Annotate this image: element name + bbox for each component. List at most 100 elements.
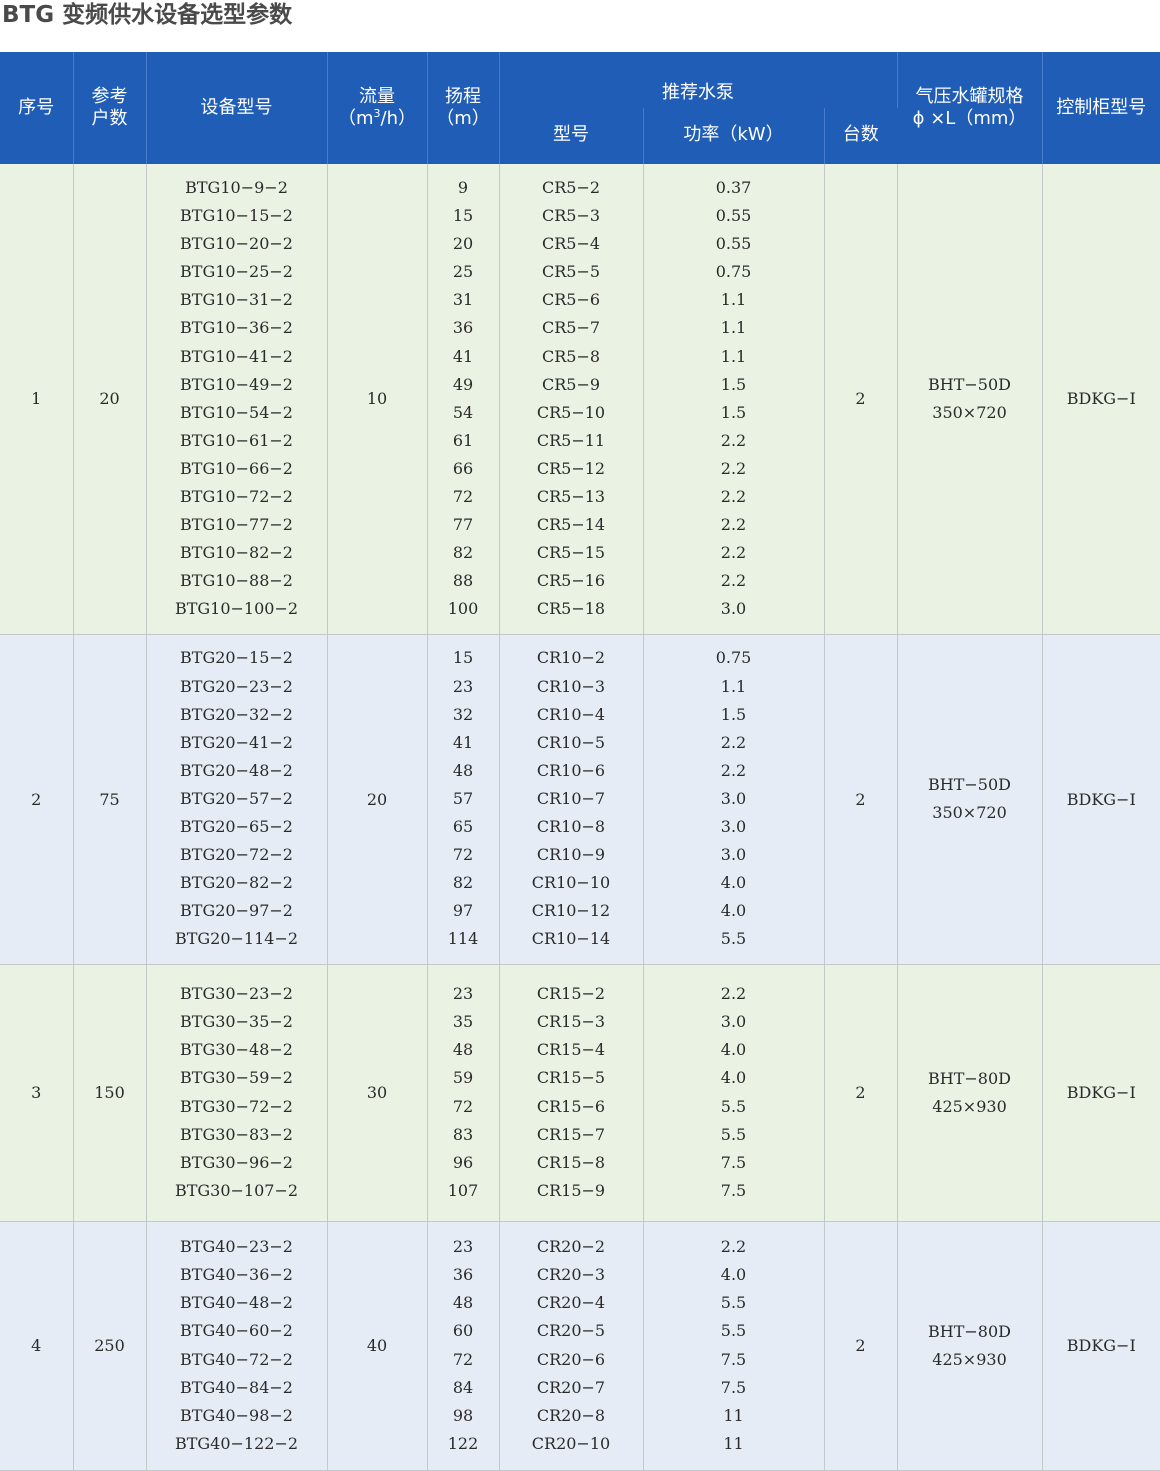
head-value: 54	[452, 402, 474, 422]
power-value: 1.1	[720, 676, 747, 696]
flow-cell: 40	[327, 1221, 428, 1471]
equipment-model: BTG10−36−2	[180, 318, 293, 338]
header-model: 设备型号	[146, 52, 328, 164]
equipment-model: BTG30−72−2	[180, 1096, 293, 1116]
head-value: 15	[452, 648, 474, 668]
equipment-model: BTG20−15−2	[180, 648, 293, 668]
equipment-model: BTG10−66−2	[180, 458, 293, 478]
table-header: 序号 参考 户数 设备型号 流量 （m3/h） 扬程 （m） 推荐水泵 气压水罐规格 ϕ…	[0, 52, 1160, 164]
pump-model: CR10−14	[531, 929, 611, 949]
households-cell: 250	[73, 1221, 147, 1471]
equipment-model: BTG40−48−2	[180, 1293, 293, 1313]
power-value: 0.37	[715, 178, 752, 197]
pump-model: CR20−8	[536, 1405, 606, 1425]
head-value: 41	[452, 732, 474, 752]
pump-model: CR10−2	[536, 648, 606, 668]
pump-count-cell: 2	[824, 1221, 898, 1471]
table-row-group: 1 20 BTG10−9−2 BTG10−15−2 BTG10−20−2 BTG10−25…	[0, 164, 1160, 635]
head-value: 65	[452, 817, 474, 837]
head-value: 77	[452, 515, 474, 535]
header-flow: 流量 （m3/h）	[327, 52, 428, 164]
head-value: 100	[447, 599, 479, 619]
equipment-model: BTG40−23−2	[180, 1237, 293, 1257]
equipment-model: BTG40−36−2	[180, 1265, 293, 1285]
equipment-model: BTG20−97−2	[180, 901, 293, 921]
power-list-cell: 0.75 1.1 1.5 2.2 2.2 3.0 3.0 3.0 4.0 4.0 5.5	[643, 634, 825, 965]
equipment-model: BTG30−35−2	[180, 1012, 293, 1032]
head-value: 9	[457, 178, 469, 197]
tank-spec-cell: BHT−80D 425×930	[897, 1221, 1043, 1471]
equipment-model: BTG30−83−2	[180, 1124, 293, 1144]
power-value: 5.5	[720, 1124, 747, 1144]
header-head: 扬程 （m）	[427, 52, 500, 164]
head-value: 114	[447, 929, 479, 949]
pump-count-cell: 2	[824, 964, 898, 1222]
power-value: 1.1	[720, 290, 747, 310]
pump-model: CR10−12	[531, 901, 611, 921]
tank-size: 350×720	[932, 803, 1007, 822]
head-value: 23	[452, 676, 474, 696]
head-value: 59	[452, 1068, 474, 1088]
power-value: 2.2	[720, 458, 747, 478]
pump-model: CR5−3	[541, 206, 601, 226]
head-list-cell: 23 36 48 60 72 84 98 122	[427, 1221, 500, 1471]
equipment-model: BTG10−77−2	[180, 515, 293, 535]
power-list-cell: 2.2 3.0 4.0 4.0 5.5 5.5 7.5 7.5	[643, 964, 825, 1222]
pump-model: CR10−3	[536, 676, 606, 696]
header-tank: 气压水罐规格 ϕ ×L（mm）	[897, 52, 1043, 164]
page-title: BTG 变频供水设备选型参数	[2, 2, 293, 28]
spec-table: 序号 参考 户数 设备型号 流量 （m3/h） 扬程 （m） 推荐水泵 气压水罐规格 ϕ…	[0, 52, 1160, 1471]
head-value: 48	[452, 760, 474, 780]
head-value: 88	[452, 571, 474, 591]
header-pump-power: 功率（kW）	[643, 108, 825, 164]
header-households: 参考 户数	[73, 52, 147, 164]
pump-model: CR5−18	[536, 599, 606, 619]
head-value: 97	[452, 901, 474, 921]
power-value: 7.5	[720, 1180, 747, 1200]
equipment-model: BTG20−23−2	[180, 676, 293, 696]
head-value: 96	[452, 1152, 474, 1172]
equipment-model: BTG40−72−2	[180, 1349, 293, 1369]
power-list-cell: 2.2 4.0 5.5 5.5 7.5 7.5 11 11	[643, 1221, 825, 1471]
pump-list-cell: CR15−2 CR15−3 CR15−4 CR15−5 CR15−6 CR15−7 CR15…	[499, 964, 644, 1222]
head-value: 32	[452, 704, 474, 724]
power-value: 2.2	[720, 430, 747, 450]
tank-model: BHT−80D	[928, 1068, 1011, 1088]
head-list-cell: 23 35 48 59 72 83 96 107	[427, 964, 500, 1222]
head-value: 41	[452, 346, 474, 366]
flow-cell: 20	[327, 634, 428, 965]
pump-model: CR5−2	[541, 178, 601, 197]
equipment-model: BTG30−23−2	[180, 984, 293, 1004]
table-body: 1 20 BTG10−9−2 BTG10−15−2 BTG10−20−2 BTG10−25…	[0, 164, 1160, 1471]
pump-model: CR5−9	[541, 374, 601, 394]
equipment-model: BTG40−122−2	[174, 1433, 299, 1453]
equipment-model: BTG40−98−2	[180, 1405, 293, 1425]
head-value: 25	[452, 262, 474, 282]
equipment-model: BTG10−61−2	[180, 430, 293, 450]
pump-model: CR5−5	[541, 262, 601, 282]
power-value: 3.0	[720, 599, 747, 619]
power-value: 4.0	[720, 1265, 747, 1285]
pump-model: CR15−3	[536, 1012, 606, 1032]
flow-cell: 10	[327, 164, 428, 635]
equipment-model: BTG40−60−2	[180, 1321, 293, 1341]
power-value: 0.75	[715, 262, 752, 282]
pump-model: CR5−7	[541, 318, 601, 338]
power-value: 0.75	[715, 648, 752, 668]
header-pump-count: 台数	[824, 108, 898, 164]
power-value: 4.0	[720, 1068, 747, 1088]
power-value: 7.5	[720, 1377, 747, 1397]
power-value: 1.5	[720, 704, 747, 724]
power-value: 2.2	[720, 487, 747, 507]
flow-cell: 30	[327, 964, 428, 1222]
pump-model: CR10−10	[531, 873, 611, 893]
power-value: 2.2	[720, 760, 747, 780]
pump-model: CR10−9	[536, 845, 606, 865]
head-value: 23	[452, 984, 474, 1004]
head-value: 98	[452, 1405, 474, 1425]
head-value: 48	[452, 1040, 474, 1060]
power-value: 2.2	[720, 571, 747, 591]
equipment-model: BTG10−20−2	[180, 234, 293, 254]
pump-model: CR15−8	[536, 1152, 606, 1172]
pump-model: CR15−7	[536, 1124, 606, 1144]
